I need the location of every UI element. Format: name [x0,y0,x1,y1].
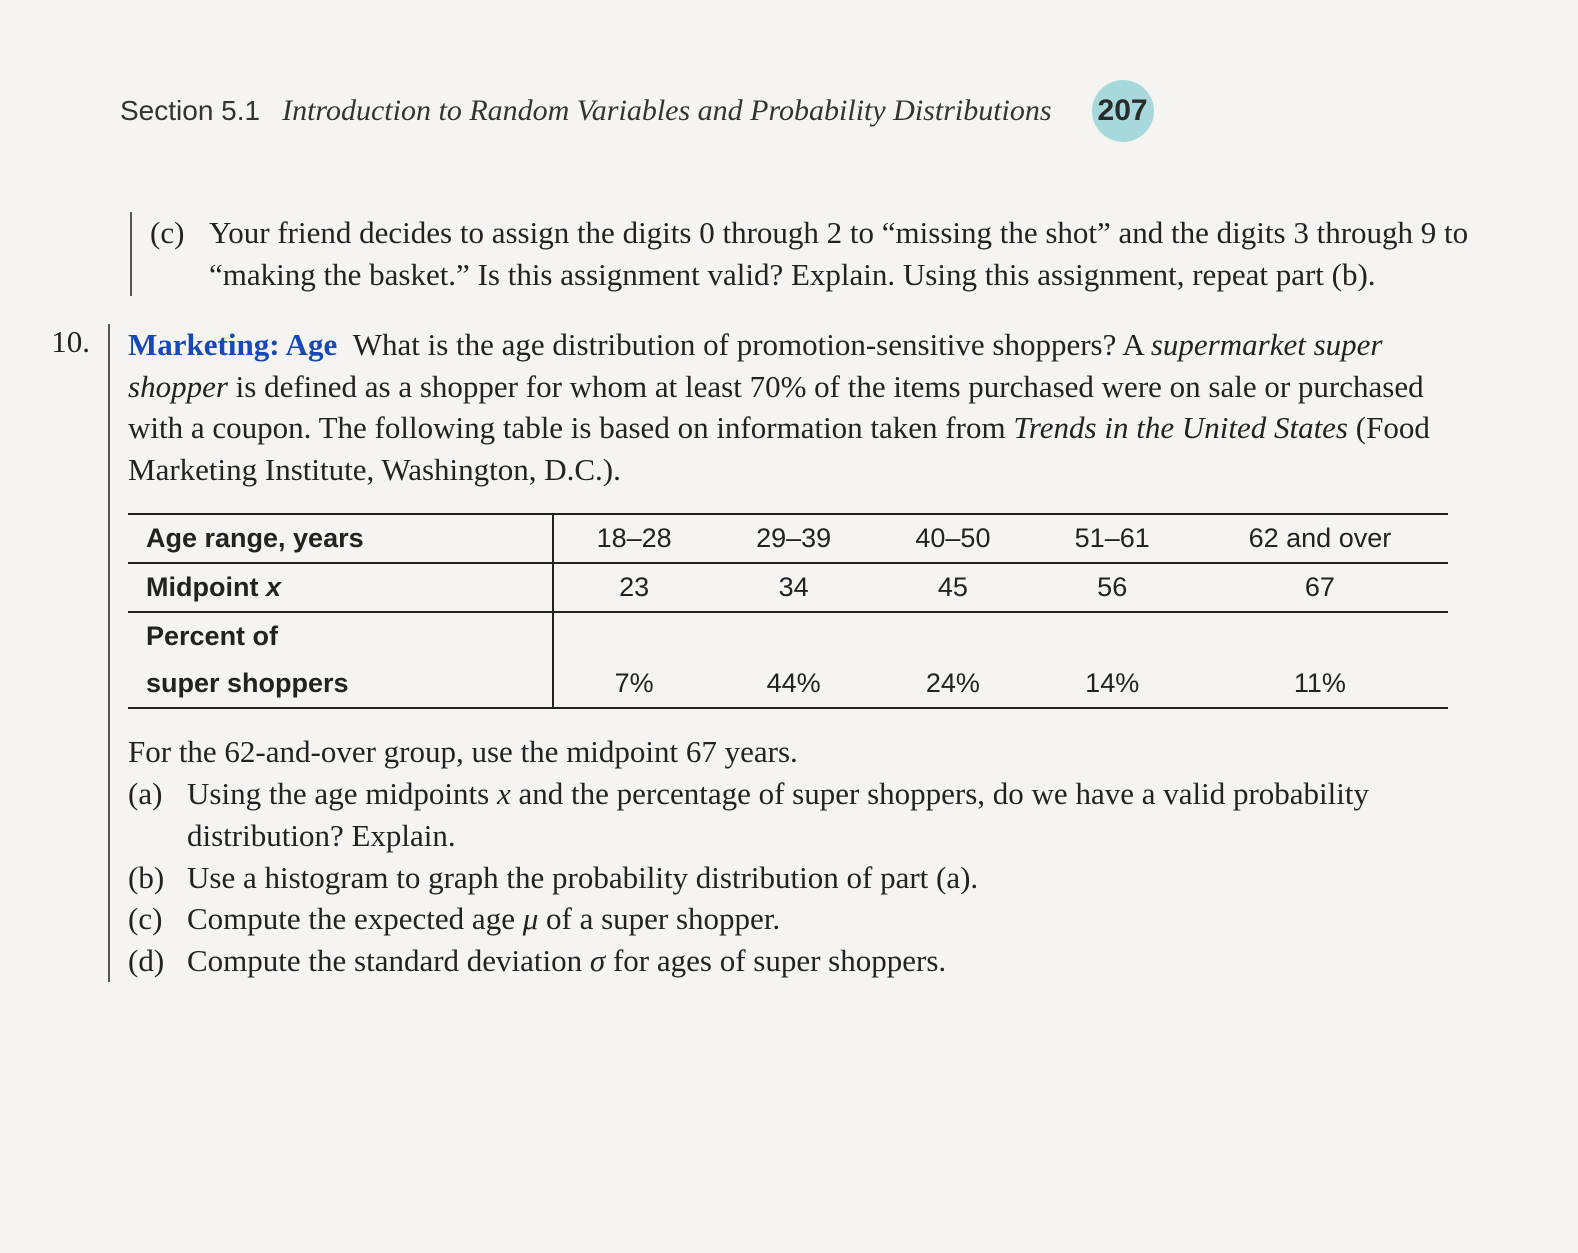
row-label-percent-l1: Percent of [128,612,553,660]
part-c2-pre: Compute the expected age [187,901,523,936]
col-age-2: 40–50 [873,514,1032,563]
part-d-post: for ages of super shoppers. [605,943,946,978]
problem-10-intro: Marketing: Age What is the age distribut… [128,324,1478,491]
part-c2-text: Compute the expected age μ of a super sh… [187,898,1478,940]
part-c2-sym: μ [523,901,539,936]
intro-source: Trends in the United States [1013,410,1348,445]
col-age-4: 62 and over [1192,514,1448,563]
col-age-1: 29–39 [714,514,873,563]
midpoint-0: 23 [553,563,714,612]
problem-10-note: For the 62-and-over group, use the midpo… [128,731,1478,773]
row-label-percent-l2: super shoppers [128,660,553,708]
midpoint-3: 56 [1033,563,1192,612]
row-label-midpoint: Midpoint x [128,563,553,612]
col-age-0: 18–28 [553,514,714,563]
intro-pre: What is the age distribution of promotio… [353,327,1151,362]
part-a-text: Using the age midpoints x and the percen… [187,773,1478,857]
section-label: Section 5.1 [120,95,260,127]
part-a-var: x [497,776,511,811]
age-distribution-table: Age range, years 18–28 29–39 40–50 51–61… [128,513,1448,709]
previous-problem-part-c: (c) Your friend decides to assign the di… [130,212,1478,296]
part-d-pre: Compute the standard deviation [187,943,590,978]
part-label-c: (c) [150,212,195,296]
percent-3: 14% [1033,660,1192,708]
part-d-label: (d) [128,940,173,982]
part-a-pre: Using the age midpoints [187,776,497,811]
col-age-3: 51–61 [1033,514,1192,563]
part-c2-label: (c) [128,898,173,940]
page-number-badge: 207 [1092,80,1154,142]
part-a-label: (a) [128,773,173,857]
midpoint-1: 34 [714,563,873,612]
problem-topic: Marketing: Age [128,327,337,362]
part-b-label: (b) [128,857,173,899]
midpoint-pre: Midpoint [146,572,266,602]
problem-number: 10. [40,324,90,982]
row-label-age-range: Age range, years [128,514,553,563]
part-c-text: Your friend decides to assign the digits… [209,212,1478,296]
problem-10: 10. Marketing: Age What is the age distr… [40,324,1478,982]
percent-4: 11% [1192,660,1448,708]
percent-2: 24% [873,660,1032,708]
midpoint-2: 45 [873,563,1032,612]
running-head: Section 5.1 Introduction to Random Varia… [120,80,1478,142]
percent-0: 7% [553,660,714,708]
part-d-text: Compute the standard deviation σ for age… [187,940,1478,982]
part-c2-post: of a super shopper. [538,901,780,936]
midpoint-4: 67 [1192,563,1448,612]
part-b-text: Use a histogram to graph the probability… [187,857,1478,899]
percent-1: 44% [714,660,873,708]
midpoint-var: x [266,572,281,602]
section-title: Introduction to Random Variables and Pro… [282,94,1051,128]
part-d-sym: σ [590,943,605,978]
